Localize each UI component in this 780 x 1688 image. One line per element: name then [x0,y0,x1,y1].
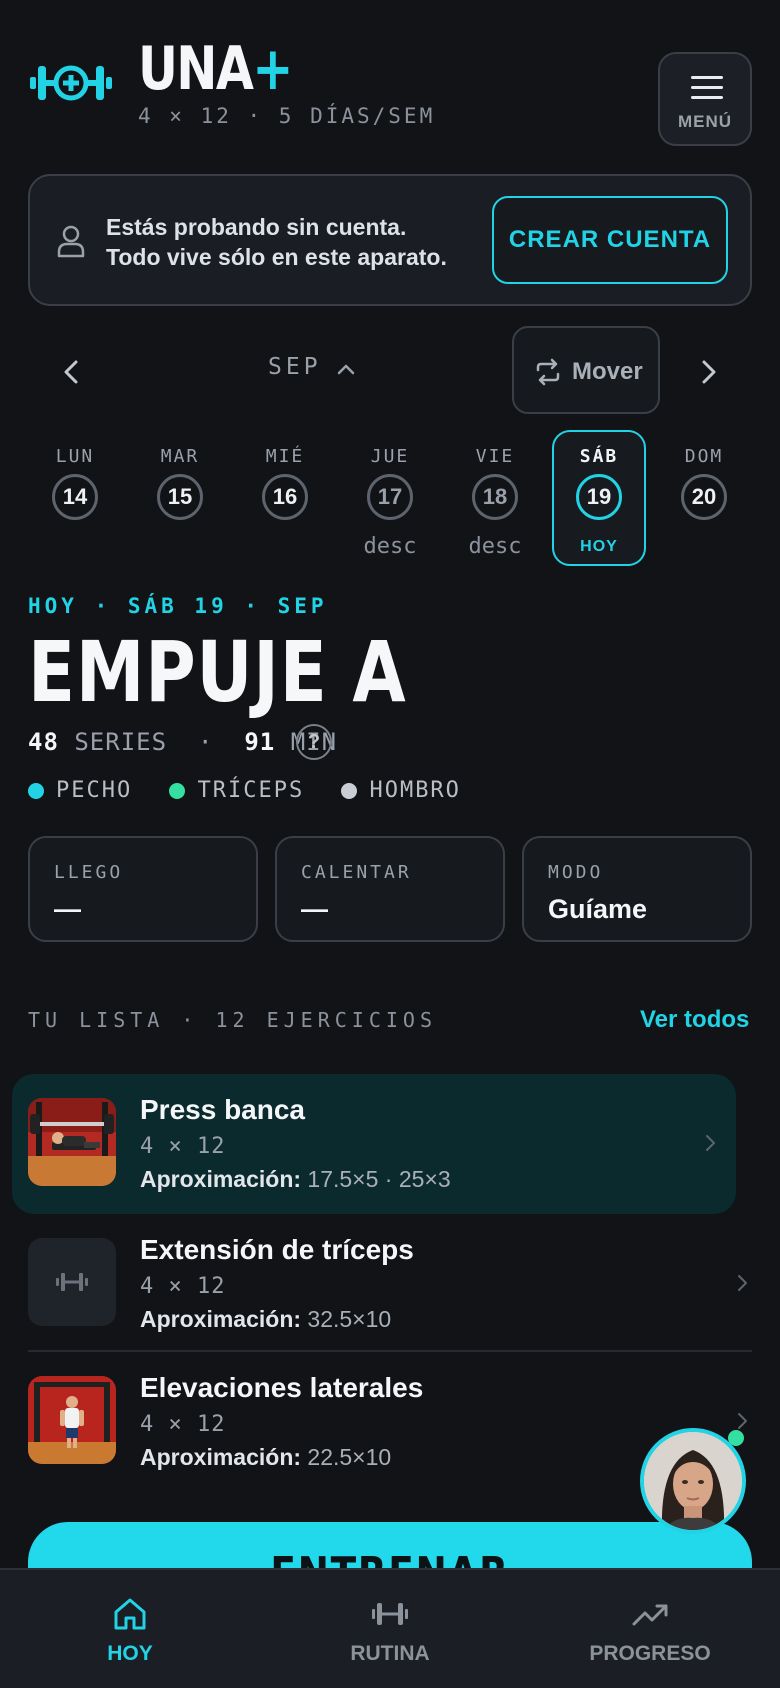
hamburger-icon [691,76,723,100]
mode-card[interactable]: MODO Guíame [522,836,752,942]
day-name: VIE [475,446,515,467]
rest-day-label: desc [468,534,522,559]
day-number: 19 [576,474,622,520]
tab-label: RUTINA [350,1642,430,1665]
series-label: SERIES [74,728,168,756]
day-name: DOM [684,446,724,467]
day-number: 14 [52,474,98,520]
help-button[interactable]: ? [296,724,332,760]
workout-stats: 48 SERIES · 91 MIN [28,728,337,756]
next-week-chevron-icon[interactable] [688,352,728,392]
exercise-sets: 4 × 12 [140,1412,226,1437]
dumbbell-icon [372,1603,408,1625]
day-number: 18 [472,474,518,520]
workout-date: HOY · SÁB 19 · SEP [28,594,328,618]
tab-hoy[interactable]: HOY [0,1570,260,1688]
swap-arrows-icon [536,358,560,386]
card-label: LLEGO [54,862,124,883]
coach-portrait [644,1432,742,1530]
chevron-up-icon[interactable] [336,362,356,376]
series-count: 48 [28,728,59,756]
day-name: LUN [55,446,95,467]
dumbbell-icon [56,1273,88,1291]
exercise-approx: Aproximación: 22.5×10 [140,1444,392,1470]
chevron-right-icon [706,1135,715,1151]
stats-separator: · [197,728,214,756]
exercise-sets: 4 × 12 [140,1134,226,1159]
home-icon [114,1598,146,1630]
minutes-count: 91 [244,728,276,756]
card-label: MODO [548,862,604,883]
bottom-nav: HOY RUTINA PROGRESO [0,1568,780,1688]
day-mon[interactable]: LUN 14 [28,430,122,566]
rest-day-label: desc [363,534,417,559]
exercise-row[interactable]: Elevaciones laterales 4 × 12 Aproximació… [12,1352,747,1492]
lateral-raise-thumbnail [28,1376,116,1464]
exercise-row[interactable]: Press banca 4 × 12 Aproximación: 17.5×5 … [12,1074,736,1214]
muscle-dot [341,782,358,799]
exercise-approx: Aproximación: 17.5×5 · 25×3 [140,1166,451,1192]
exercise-name: Press banca [140,1094,305,1125]
app-brand: UNA+ [138,34,294,104]
muscle-dot [169,782,186,799]
online-status-indicator [728,1430,744,1446]
card-value: — [301,894,328,924]
bench-press-thumbnail [28,1098,116,1186]
tab-label: PROGRESO [589,1642,711,1665]
day-name: MAR [160,446,200,467]
exercise-placeholder-thumbnail [28,1238,116,1326]
muscle-tag: TRÍCEPS [169,778,304,803]
menu-label: MENÚ [677,112,733,131]
muscle-tag: HOMBRO [341,778,460,803]
tab-rutina[interactable]: RUTINA [260,1570,520,1688]
plan-subtitle: 4 × 12 · 5 DÍAS/SEM [138,104,436,128]
day-sat-today[interactable]: SÁB 19 HOY [552,430,646,566]
muscle-dot [28,782,44,799]
move-button[interactable]: Mover [512,326,660,414]
muscle-groups: PECHO TRÍCEPS HOMBRO [28,778,483,805]
day-number: 16 [262,474,308,520]
warmup-card[interactable]: CALENTAR — [275,836,505,942]
prev-week-chevron-icon[interactable] [52,352,92,392]
exercise-name: Extensión de tríceps [140,1234,414,1265]
create-account-button[interactable]: CREAR CUENTA [492,196,728,284]
day-wed[interactable]: MIÉ 16 [238,430,332,566]
card-value: Guíame [548,894,648,924]
day-thu[interactable]: JUE 17 desc [343,430,437,566]
tab-progreso[interactable]: PROGRESO [520,1570,780,1688]
day-number: 17 [367,474,413,520]
card-label: CALENTAR [301,862,412,883]
trending-up-icon [632,1604,668,1626]
day-number: 15 [157,474,203,520]
dumbbell-logo-icon [30,65,112,101]
guest-banner-text: Estás probando sin cuenta. Todo vive sól… [106,214,447,270]
day-number: 20 [681,474,727,520]
arrival-card[interactable]: LLEGO — [28,836,258,942]
chevron-right-icon [738,1275,747,1291]
card-value: — [54,894,81,924]
exercise-row[interactable]: Extensión de tríceps 4 × 12 Aproximación… [12,1214,747,1354]
muscle-tag: PECHO [28,778,132,803]
day-fri[interactable]: VIE 18 desc [448,430,542,566]
tab-label: HOY [107,1642,153,1665]
day-tue[interactable]: MAR 15 [133,430,227,566]
guest-banner: Estás probando sin cuenta. Todo vive sól… [28,174,752,306]
exercise-name: Elevaciones laterales [140,1372,424,1403]
view-all-link[interactable]: Ver todos [640,1006,749,1034]
workout-title: EMPUJE A [28,623,407,721]
day-name: JUE [370,446,410,467]
exercise-approx: Aproximación: 32.5×10 [140,1306,392,1332]
day-name: MIÉ [265,446,305,467]
day-sun[interactable]: DOM 20 [657,430,751,566]
exercise-sets: 4 × 12 [140,1274,226,1299]
menu-button[interactable]: MENÚ [658,52,752,146]
move-label: Mover [572,358,643,385]
today-label: HOY [580,538,618,555]
month-selector[interactable]: SEP [268,354,322,380]
chevron-right-icon [738,1413,747,1429]
user-icon [57,225,85,258]
day-name: SÁB [579,446,619,467]
exercise-list-heading: TU LISTA · 12 EJERCICIOS [28,1008,437,1032]
